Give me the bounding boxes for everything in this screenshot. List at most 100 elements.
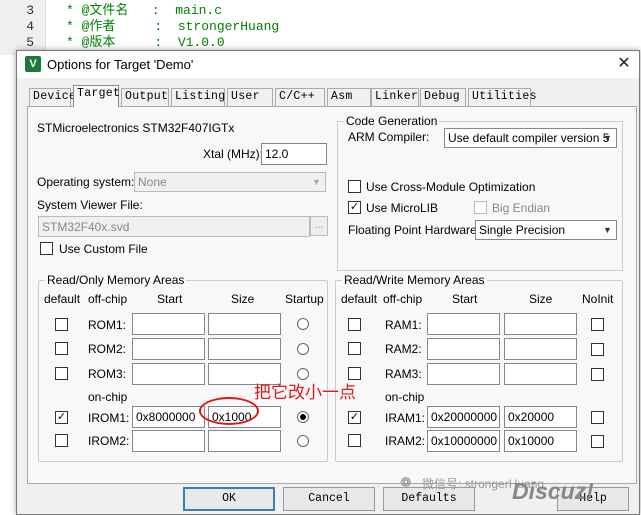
rw-onchip-label: on-chip — [385, 390, 425, 404]
device-name: STMicroelectronics STM32F407IGTx — [37, 121, 235, 135]
wechat-icon: ❁ — [400, 474, 412, 490]
irom1-start-input[interactable]: 0x8000000 — [132, 406, 205, 428]
tab-c-cpp[interactable]: C/C++ — [275, 88, 325, 106]
microlib-label: Use MicroLIB — [366, 201, 439, 215]
arm-compiler-label: ARM Compiler: — [348, 130, 430, 144]
rom1-startup-radio[interactable] — [297, 318, 309, 330]
ro-onchip-label: on-chip — [88, 390, 128, 404]
ram2-noinit-checkbox[interactable] — [591, 343, 604, 356]
ram3-noinit-checkbox[interactable] — [591, 368, 604, 381]
annotation-text: 把它改小一点 — [254, 383, 356, 402]
ram3-size-input[interactable] — [504, 363, 577, 385]
irom2-start-input[interactable] — [132, 430, 205, 452]
irom2-size-input[interactable] — [208, 430, 281, 452]
microlib-checkbox[interactable]: ✓ — [348, 201, 361, 214]
iram2-start-input[interactable]: 0x10000000 — [427, 430, 500, 452]
dialog-titlebar: V Options for Target 'Demo' ✕ — [17, 51, 639, 78]
use-custom-file-label: Use Custom File — [59, 242, 148, 256]
iram1-noinit-checkbox[interactable] — [591, 411, 604, 424]
ram3-label: RAM3: — [385, 367, 422, 381]
keil-app-icon: V — [25, 56, 41, 72]
rw-header-size: Size — [529, 292, 553, 306]
big-endian-label: Big Endian — [492, 201, 551, 215]
ram2-start-input[interactable] — [427, 338, 500, 360]
iram1-default-checkbox[interactable]: ✓ — [348, 411, 361, 424]
iram2-size-input[interactable]: 0x10000 — [504, 430, 577, 452]
tab-user[interactable]: User — [227, 88, 273, 106]
big-endian-checkbox[interactable] — [474, 201, 487, 214]
rom1-start-input[interactable] — [132, 313, 205, 335]
irom2-startup-radio[interactable] — [297, 435, 309, 447]
ram2-size-input[interactable] — [504, 338, 577, 360]
cross-module-checkbox[interactable] — [348, 180, 361, 193]
chevron-down-icon: ▼ — [312, 177, 321, 187]
ro-memory-title: Read/Only Memory Areas — [45, 273, 187, 287]
iram2-default-checkbox[interactable] — [348, 434, 361, 447]
iram1-label: IRAM1: — [385, 411, 426, 425]
code-generation-title: Code Generation — [344, 114, 440, 128]
ram1-default-checkbox[interactable] — [348, 318, 361, 331]
rw-header-default: default — [341, 292, 378, 306]
rom3-start-input[interactable] — [132, 363, 205, 385]
rom1-label: ROM1: — [88, 318, 127, 332]
tab-utilities[interactable]: Utilities — [468, 88, 537, 106]
os-label: Operating system: — [37, 175, 135, 189]
ram3-start-input[interactable] — [427, 363, 500, 385]
tab-output[interactable]: Output — [121, 88, 169, 106]
ram1-size-input[interactable] — [504, 313, 577, 335]
rw-memory-title: Read/Write Memory Areas — [342, 273, 487, 287]
code-comment: * @文件名 : main.c — [66, 3, 223, 18]
ro-header-start: Start — [157, 292, 183, 306]
rom2-start-input[interactable] — [132, 338, 205, 360]
tab-device[interactable]: Device — [29, 88, 76, 106]
close-icon[interactable]: ✕ — [613, 54, 635, 74]
irom2-default-checkbox[interactable] — [55, 434, 68, 447]
chevron-down-icon: ▼ — [603, 225, 612, 235]
tab-target[interactable]: Target — [73, 85, 120, 107]
xtal-label: Xtal (MHz): — [203, 147, 263, 161]
cancel-button[interactable]: Cancel — [283, 487, 375, 511]
discuz-watermark: Discuz! — [512, 478, 594, 504]
arm-compiler-select[interactable]: Use default compiler version 5 ▼ — [444, 128, 617, 148]
rom3-label: ROM3: — [88, 367, 127, 381]
ram2-default-checkbox[interactable] — [348, 342, 361, 355]
line-number: 5 — [26, 35, 34, 50]
rw-header-start: Start — [452, 292, 478, 306]
ro-header-default: default — [44, 292, 81, 306]
ro-header-startup: Startup — [285, 292, 324, 306]
sv-browse-button[interactable]: ... — [310, 216, 328, 236]
rom2-startup-radio[interactable] — [297, 343, 309, 355]
ram1-start-input[interactable] — [427, 313, 500, 335]
rw-header-offchip: off-chip — [383, 292, 423, 306]
dialog-title: Options for Target 'Demo' — [47, 57, 194, 72]
rom1-size-input[interactable] — [208, 313, 281, 335]
rom2-size-input[interactable] — [208, 338, 281, 360]
iram1-size-input[interactable]: 0x20000 — [504, 406, 577, 428]
rom1-default-checkbox[interactable] — [55, 318, 68, 331]
tab-linker[interactable]: Linker — [371, 88, 419, 106]
tab-debug[interactable]: Debug — [420, 88, 466, 106]
sv-label: System Viewer File: — [37, 198, 143, 212]
os-select[interactable]: None ▼ — [134, 172, 326, 192]
irom1-startup-radio[interactable] — [297, 411, 309, 423]
iram1-start-input[interactable]: 0x20000000 — [427, 406, 500, 428]
options-dialog: V Options for Target 'Demo' ✕ Device Tar… — [16, 50, 640, 515]
xtal-input[interactable]: 12.0 — [261, 143, 327, 165]
fp-hardware-label: Floating Point Hardware: — [348, 223, 481, 237]
rw-header-noinit: NoInit — [582, 292, 614, 306]
iram2-noinit-checkbox[interactable] — [591, 435, 604, 448]
irom1-label: IROM1: — [88, 411, 130, 425]
fp-hardware-select[interactable]: Single Precision ▼ — [475, 220, 617, 240]
ok-button[interactable]: OK — [183, 487, 275, 511]
code-comment: * @版本 : V1.0.0 — [66, 35, 225, 50]
rom2-default-checkbox[interactable] — [55, 342, 68, 355]
ram1-noinit-checkbox[interactable] — [591, 318, 604, 331]
sv-file-input[interactable]: STM32F40x.svd — [38, 216, 310, 237]
code-editor: 3 * @文件名 : main.c 4 * @作者 : strongerHuang … — [0, 0, 641, 55]
use-custom-file-checkbox[interactable] — [40, 242, 53, 255]
irom1-default-checkbox[interactable]: ✓ — [55, 411, 68, 424]
rom3-default-checkbox[interactable] — [55, 367, 68, 380]
irom2-label: IROM2: — [88, 434, 130, 448]
tab-asm[interactable]: Asm — [327, 88, 371, 106]
tab-listing[interactable]: Listing — [171, 88, 225, 106]
